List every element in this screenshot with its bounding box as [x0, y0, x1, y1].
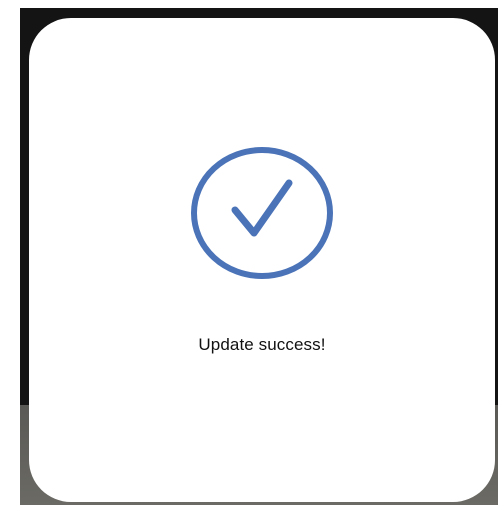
check-circle-icon [189, 146, 335, 280]
success-message: Update success! [198, 335, 326, 354]
